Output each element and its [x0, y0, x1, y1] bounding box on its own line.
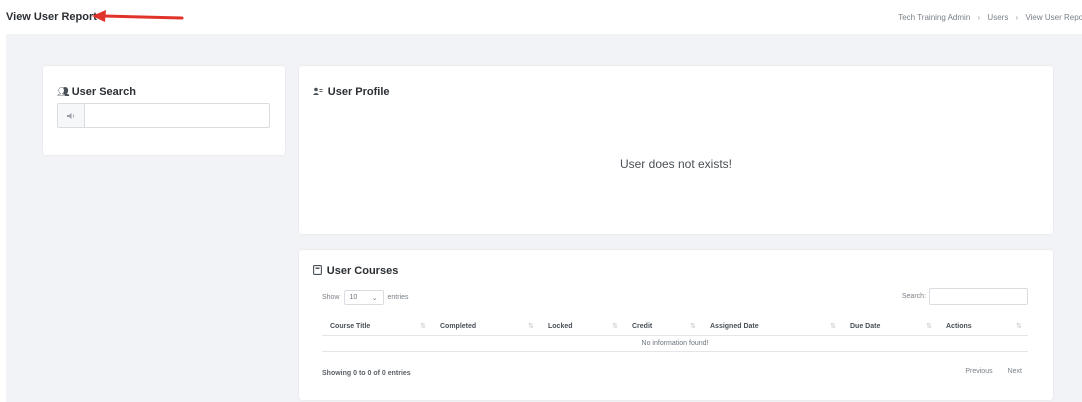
user-search-title-text: User Search [71, 86, 136, 98]
next-page-button[interactable]: Next [1008, 368, 1022, 375]
user-profile-title: User Profile [313, 86, 390, 98]
sort-icon: ⇅ [528, 323, 534, 330]
sort-icon: ⇅ [420, 323, 426, 330]
sort-icon: ⇅ [926, 323, 932, 330]
table-search: Search: [902, 288, 1028, 305]
table-search-label: Search: [901, 293, 926, 300]
user-profile-title-text: User Profile [327, 86, 390, 98]
breadcrumb-separator: › [977, 13, 981, 22]
user-not-found-message: User does not exists! [619, 157, 733, 171]
breadcrumb-item-view-user-report: View User Report [1025, 13, 1082, 22]
breadcrumb-separator: › [1015, 13, 1019, 22]
user-courses-table: Course Title ⇅ Completed ⇅ Locked ⇅ Credit ⇅… [322, 318, 1028, 352]
column-header-actions[interactable]: Actions ⇅ [938, 318, 1028, 336]
column-header-assigned-date[interactable]: Assigned Date ⇅ [702, 318, 842, 336]
breadcrumb-item-users[interactable]: Users [987, 13, 1008, 22]
breadcrumb-item-tech-training-admin[interactable]: Tech Training Admin [898, 13, 970, 22]
sort-icon: ⇅ [612, 323, 618, 330]
table-pagination: Previous Next [965, 368, 1022, 375]
user-courses-card: User Courses Show 10 ⌄ entries Search: C… [299, 250, 1053, 400]
column-header-completed[interactable]: Completed ⇅ [432, 318, 540, 336]
table-header-row: Course Title ⇅ Completed ⇅ Locked ⇅ Credit ⇅… [322, 318, 1028, 336]
table-empty-message: No information found! [322, 335, 1028, 352]
user-search-title: 👥︎ User Search [57, 86, 136, 98]
speaker-icon [58, 104, 85, 127]
column-header-due-date[interactable]: Due Date ⇅ [842, 318, 938, 336]
entries-select-value: 10 [349, 294, 358, 301]
user-search-card: 👥︎ User Search [43, 66, 285, 155]
table-empty-row: No information found! [322, 335, 1028, 352]
column-header-credit[interactable]: Credit ⇅ [624, 318, 702, 336]
user-courses-title: User Courses [313, 265, 398, 277]
page-title: View User Report [6, 11, 97, 23]
table-search-input[interactable] [929, 288, 1028, 305]
breadcrumb: Tech Training Admin › Users › View User … [898, 13, 1082, 22]
user-profile-card: User Profile User does not exists! [299, 66, 1053, 234]
show-entries-control: Show 10 ⌄ entries [322, 290, 409, 305]
sort-icon: ⇅ [690, 323, 696, 330]
column-header-locked[interactable]: Locked ⇅ [540, 318, 624, 336]
chevron-down-icon: ⌄ [371, 294, 378, 302]
top-bar: View User Report Tech Training Admin › U… [0, 0, 1082, 34]
sort-icon: ⇅ [1016, 323, 1022, 330]
show-label: Show [322, 294, 340, 301]
sort-icon: ⇅ [830, 323, 836, 330]
user-courses-title-text: User Courses [326, 265, 399, 277]
user-profile-icon [313, 87, 326, 98]
previous-page-button[interactable]: Previous [965, 368, 992, 375]
entries-label: entries [387, 294, 409, 301]
table-info: Showing 0 to 0 of 0 entries [322, 370, 411, 377]
entries-per-page-select[interactable]: 10 ⌄ [343, 290, 384, 305]
book-icon [313, 265, 325, 277]
red-arrow-annotation [92, 10, 184, 22]
column-header-course-title[interactable]: Course Title ⇅ [322, 318, 432, 336]
user-search-input-group [57, 103, 270, 128]
user-search-input[interactable] [86, 104, 269, 127]
users-search-icon: 👥︎ [57, 87, 70, 98]
